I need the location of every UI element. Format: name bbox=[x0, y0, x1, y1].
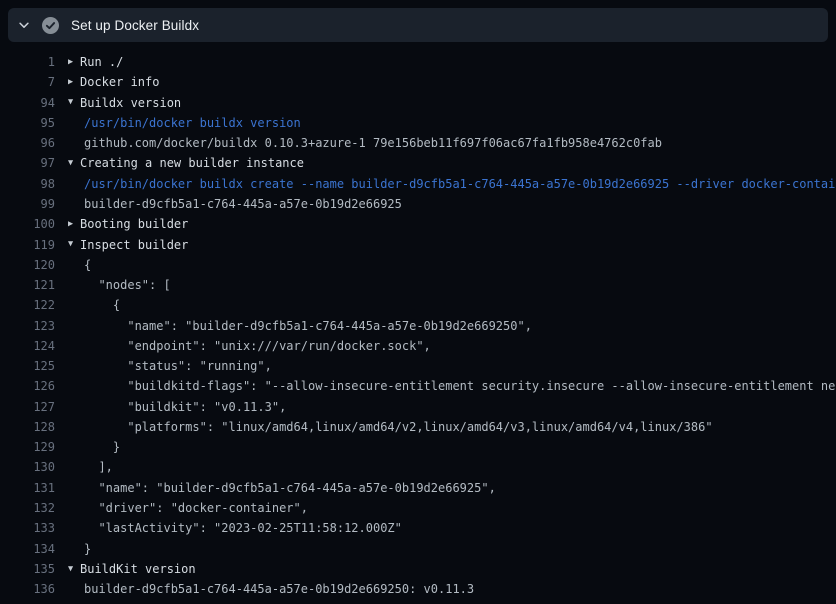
log-area: 1▶Run ./7▶Docker info94▼Buildx version95… bbox=[0, 52, 836, 599]
output-text: "status": "running", bbox=[84, 359, 272, 373]
output-text: ], bbox=[84, 460, 113, 474]
log-line[interactable]: 100 ▶Booting builder bbox=[0, 214, 836, 234]
log-line: 123 "name": "builder-d9cfb5a1-c764-445a-… bbox=[0, 315, 836, 335]
output-text: "buildkit": "v0.11.3", bbox=[84, 400, 286, 414]
output-text: } bbox=[84, 542, 91, 556]
line-number-link[interactable]: 7 bbox=[0, 75, 55, 89]
line-number-link[interactable]: 100 bbox=[0, 217, 55, 231]
step-header[interactable]: Set up Docker Buildx bbox=[8, 8, 828, 42]
triangle-right-icon: ▶ bbox=[68, 58, 80, 67]
group-title: Buildx version bbox=[80, 96, 181, 110]
group-title: Creating a new builder instance bbox=[80, 156, 304, 170]
log-line[interactable]: 119 ▼Inspect builder bbox=[0, 234, 836, 254]
output-text: "lastActivity": "2023-02-25T11:58:12.000… bbox=[84, 521, 402, 535]
triangle-down-icon: ▼ bbox=[68, 240, 80, 249]
log-line: 125 "status": "running", bbox=[0, 356, 836, 376]
log-line: 95/usr/bin/docker buildx version bbox=[0, 113, 836, 133]
line-number-link[interactable]: 119 bbox=[0, 238, 55, 252]
log-line[interactable]: 97 ▼Creating a new builder instance bbox=[0, 153, 836, 173]
line-number-link[interactable]: 97 bbox=[0, 156, 55, 170]
line-number-link[interactable]: 126 bbox=[0, 379, 55, 393]
log-line: 126 "buildkitd-flags": "--allow-insecure… bbox=[0, 376, 836, 396]
log-line: 121 "nodes": [ bbox=[0, 275, 836, 295]
line-number-link[interactable]: 129 bbox=[0, 440, 55, 454]
log-line[interactable]: 1 ▶Run ./ bbox=[0, 52, 836, 72]
log-line: 134} bbox=[0, 538, 836, 558]
group-title: Docker info bbox=[80, 75, 159, 89]
triangle-down-icon: ▼ bbox=[68, 159, 80, 168]
triangle-right-icon: ▶ bbox=[68, 78, 80, 87]
line-number-link[interactable]: 135 bbox=[0, 562, 55, 576]
log-line: 124 "endpoint": "unix:///var/run/docker.… bbox=[0, 336, 836, 356]
log-line: 132 "driver": "docker-container", bbox=[0, 498, 836, 518]
output-text: builder-d9cfb5a1-c764-445a-a57e-0b19d2e6… bbox=[84, 197, 402, 211]
line-number-link[interactable]: 94 bbox=[0, 96, 55, 110]
output-text: "nodes": [ bbox=[84, 278, 171, 292]
log-line: 98/usr/bin/docker buildx create --name b… bbox=[0, 174, 836, 194]
command-text: /usr/bin/docker buildx version bbox=[84, 116, 301, 130]
line-number-link[interactable]: 123 bbox=[0, 319, 55, 333]
log-line: 120 { bbox=[0, 255, 836, 275]
group-title: Inspect builder bbox=[80, 238, 188, 252]
line-number-link[interactable]: 1 bbox=[0, 55, 55, 69]
output-text: "buildkitd-flags": "--allow-insecure-ent… bbox=[84, 379, 836, 393]
triangle-right-icon: ▶ bbox=[68, 220, 80, 229]
output-text: "platforms": "linux/amd64,linux/amd64/v2… bbox=[84, 420, 713, 434]
line-number-link[interactable]: 98 bbox=[0, 177, 55, 191]
output-text: { bbox=[84, 298, 120, 312]
line-number-link[interactable]: 120 bbox=[0, 258, 55, 272]
log-line: 136 builder-d9cfb5a1-c764-445a-a57e-0b19d… bbox=[0, 579, 836, 599]
output-text: "name": "builder-d9cfb5a1-c764-445a-a57e… bbox=[84, 481, 496, 495]
line-number-link[interactable]: 124 bbox=[0, 339, 55, 353]
log-line: 133 "lastActivity": "2023-02-25T11:58:12… bbox=[0, 518, 836, 538]
line-number-link[interactable]: 132 bbox=[0, 501, 55, 515]
line-number-link[interactable]: 136 bbox=[0, 582, 55, 596]
log-line: 129 } bbox=[0, 437, 836, 457]
line-number-link[interactable]: 96 bbox=[0, 136, 55, 150]
line-number-link[interactable]: 128 bbox=[0, 420, 55, 434]
log-line: 99 builder-d9cfb5a1-c764-445a-a57e-0b19d2… bbox=[0, 194, 836, 214]
log-line[interactable]: 135 ▼BuildKit version bbox=[0, 559, 836, 579]
output-text: "driver": "docker-container", bbox=[84, 501, 308, 515]
log-line[interactable]: 94 ▼Buildx version bbox=[0, 93, 836, 113]
log-line: 127 "buildkit": "v0.11.3", bbox=[0, 397, 836, 417]
chevron-down-icon[interactable] bbox=[17, 18, 31, 32]
log-line[interactable]: 7 ▶Docker info bbox=[0, 72, 836, 92]
output-text: "endpoint": "unix:///var/run/docker.sock… bbox=[84, 339, 431, 353]
log-line: 130 ], bbox=[0, 457, 836, 477]
log-line: 122 { bbox=[0, 295, 836, 315]
log-line: 128 "platforms": "linux/amd64,linux/amd6… bbox=[0, 417, 836, 437]
line-number-link[interactable]: 122 bbox=[0, 298, 55, 312]
output-text: builder-d9cfb5a1-c764-445a-a57e-0b19d2e6… bbox=[84, 582, 474, 596]
group-title: Booting builder bbox=[80, 217, 188, 231]
line-number-link[interactable]: 127 bbox=[0, 400, 55, 414]
line-number-link[interactable]: 131 bbox=[0, 481, 55, 495]
command-text: /usr/bin/docker buildx create --name bui… bbox=[84, 177, 836, 191]
group-title: BuildKit version bbox=[80, 562, 196, 576]
group-title: Run ./ bbox=[80, 55, 123, 69]
output-text: "name": "builder-d9cfb5a1-c764-445a-a57e… bbox=[84, 319, 532, 333]
log-line: 96 github.com/docker/buildx 0.10.3+azure-… bbox=[0, 133, 836, 153]
output-text: github.com/docker/buildx 0.10.3+azure-1 … bbox=[84, 136, 662, 150]
triangle-down-icon: ▼ bbox=[68, 98, 80, 107]
output-text: } bbox=[84, 440, 120, 454]
step-title: Set up Docker Buildx bbox=[71, 18, 199, 33]
line-number-link[interactable]: 99 bbox=[0, 197, 55, 211]
output-text: { bbox=[84, 258, 91, 272]
log-line: 131 "name": "builder-d9cfb5a1-c764-445a-… bbox=[0, 478, 836, 498]
line-number-link[interactable]: 121 bbox=[0, 278, 55, 292]
line-number-link[interactable]: 133 bbox=[0, 521, 55, 535]
line-number-link[interactable]: 134 bbox=[0, 542, 55, 556]
check-circle-icon bbox=[42, 17, 59, 34]
line-number-link[interactable]: 95 bbox=[0, 116, 55, 130]
triangle-down-icon: ▼ bbox=[68, 565, 80, 574]
line-number-link[interactable]: 125 bbox=[0, 359, 55, 373]
line-number-link[interactable]: 130 bbox=[0, 460, 55, 474]
